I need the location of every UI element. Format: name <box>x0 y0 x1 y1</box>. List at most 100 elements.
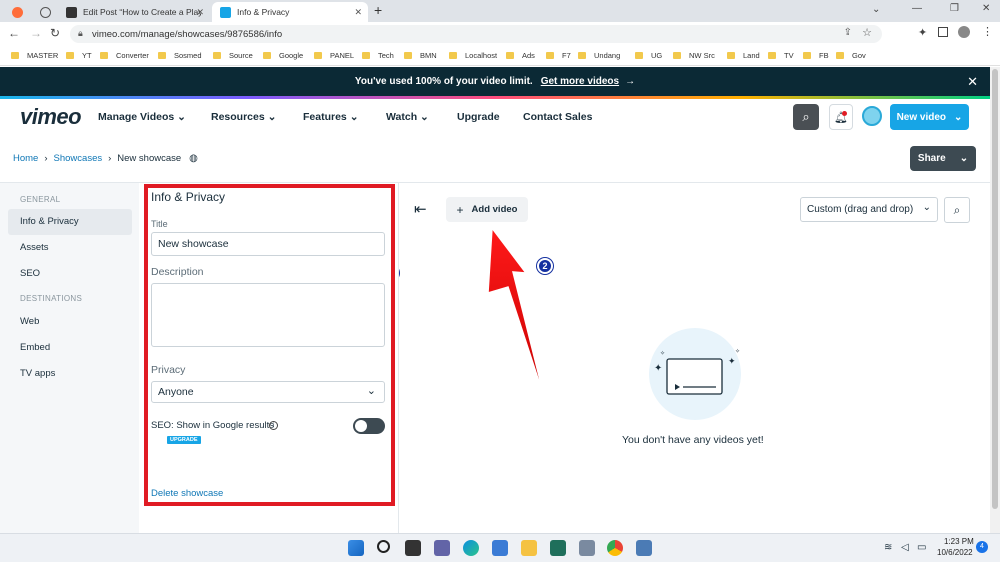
snipping-tool-icon[interactable] <box>636 540 652 556</box>
clock-date[interactable]: 10/6/2022 <box>937 548 973 557</box>
bookmark-label: TV <box>784 51 794 60</box>
task-view-icon[interactable] <box>405 540 421 556</box>
app-icon[interactable] <box>579 540 595 556</box>
extensions-icon[interactable]: ✦ <box>918 26 927 39</box>
lock-icon: 🔒︎ <box>78 28 83 38</box>
bookmark-label: F7 <box>562 51 571 60</box>
collapse-panel-icon[interactable]: ⇤ <box>414 200 427 218</box>
chrome-icon[interactable] <box>607 540 623 556</box>
sidebar-item-seo[interactable]: SEO <box>20 268 40 279</box>
notification-dot <box>842 111 847 116</box>
notepad-icon[interactable] <box>550 540 566 556</box>
teams-icon[interactable] <box>434 540 450 556</box>
nav-features[interactable]: Features ⌄ <box>303 111 359 123</box>
new-video-button[interactable]: New video ⌄ <box>890 104 969 130</box>
nav-contact-sales[interactable]: Contact Sales <box>523 111 592 123</box>
video-limit-banner: You've used 100% of your video limit. Ge… <box>0 67 990 96</box>
bookmark-item[interactable]: Source <box>213 51 253 60</box>
bookmark-item[interactable]: Google <box>263 51 303 60</box>
bookmark-item[interactable]: Undang <box>578 51 620 60</box>
back-icon[interactable]: ← <box>8 26 20 40</box>
share-button[interactable]: Share ⌄ <box>910 146 976 171</box>
search-icon[interactable] <box>377 540 390 553</box>
nav-upgrade[interactable]: Upgrade <box>457 111 500 123</box>
close-banner-icon[interactable]: ✕ <box>967 74 978 90</box>
search-button[interactable]: ⌕ <box>793 104 819 130</box>
search-videos-button[interactable]: ⌕ <box>944 197 970 223</box>
scrollbar[interactable] <box>990 67 1000 533</box>
bookmark-item[interactable]: PANEL <box>314 51 354 60</box>
avatar[interactable] <box>862 106 882 126</box>
bookmark-label: Tech <box>378 51 394 60</box>
bookmark-item[interactable]: Sosmed <box>158 51 202 60</box>
bookmark-label: YT <box>82 51 92 60</box>
reload-icon[interactable]: ↻ <box>50 26 60 40</box>
bookmark-item[interactable]: Gov <box>836 51 866 60</box>
nav-resources[interactable]: Resources ⌄ <box>211 111 276 123</box>
share-page-icon[interactable]: ⇪ <box>844 27 852 38</box>
battery-icon[interactable]: ▭ <box>917 542 926 553</box>
url-field[interactable]: 🔒︎ vimeo.com/manage/showcases/9876586/in… <box>70 25 882 43</box>
menu-icon[interactable]: ⋮ <box>982 25 993 38</box>
chevron-down-icon: ⌄ <box>267 111 277 123</box>
vimeo-logo[interactable]: vimeo <box>20 104 82 130</box>
maximize-icon[interactable]: ❐ <box>950 3 959 14</box>
clock-time[interactable]: 1:23 PM <box>944 537 974 546</box>
profile-avatar[interactable] <box>958 26 970 38</box>
bookmark-item[interactable]: F7 <box>546 51 571 60</box>
sidebar-item-web[interactable]: Web <box>20 316 39 327</box>
bookmark-star-icon[interactable]: ☆ <box>862 26 872 39</box>
sort-select[interactable]: Custom (drag and drop) ⌄ <box>800 197 938 222</box>
folder-icon <box>263 52 271 59</box>
bookmark-item[interactable]: FB <box>803 51 829 60</box>
sidebar-icon[interactable] <box>938 27 948 37</box>
bookmark-item[interactable]: NW Src <box>673 51 715 60</box>
add-video-label: Add video <box>471 204 518 215</box>
tab-info-privacy[interactable]: Info & Privacy ✕ <box>212 2 368 22</box>
tab-pinned-1[interactable] <box>4 2 30 22</box>
sidebar-item-embed[interactable]: Embed <box>20 342 50 353</box>
forward-icon[interactable]: → <box>30 26 42 40</box>
folder-icon <box>546 52 554 59</box>
get-more-videos-link[interactable]: Get more videos <box>541 76 619 87</box>
sidebar-item-tv-apps[interactable]: TV apps <box>20 368 55 379</box>
bookmark-item[interactable]: Localhost <box>449 51 497 60</box>
bookmark-item[interactable]: Tech <box>362 51 394 60</box>
folder-icon <box>578 52 586 59</box>
notification-count-badge[interactable]: 4 <box>976 541 988 553</box>
minimize-icon[interactable]: — <box>912 3 922 14</box>
breadcrumb-home[interactable]: Home <box>13 153 38 164</box>
folder-icon <box>11 52 19 59</box>
new-video-label: New video <box>896 111 947 123</box>
bookmark-item[interactable]: Converter <box>100 51 149 60</box>
bookmark-item[interactable]: MASTER <box>11 51 58 60</box>
nav-watch[interactable]: Watch ⌄ <box>386 111 429 123</box>
bookmark-item[interactable]: Ads <box>506 51 535 60</box>
new-tab-button[interactable]: + <box>374 2 382 18</box>
file-explorer-icon[interactable] <box>521 540 537 556</box>
start-icon[interactable] <box>348 540 364 556</box>
bookmark-item[interactable]: BMN <box>404 51 437 60</box>
close-window-icon[interactable]: ✕ <box>982 3 990 14</box>
sidebar-item-assets[interactable]: Assets <box>20 242 49 253</box>
close-icon[interactable]: ✕ <box>196 7 204 18</box>
volume-icon[interactable]: ◁ <box>901 542 909 553</box>
bookmark-item[interactable]: YT <box>66 51 92 60</box>
bookmark-item[interactable]: UG <box>635 51 662 60</box>
bookmark-item[interactable]: Land <box>727 51 760 60</box>
add-video-button[interactable]: + Add video <box>446 197 528 222</box>
notifications-button[interactable]: 🔔︎ <box>829 104 853 130</box>
breadcrumb-showcases[interactable]: Showcases <box>54 153 103 164</box>
wifi-icon[interactable]: ≋ <box>884 542 892 553</box>
tab-search-icon[interactable]: ⌄ <box>872 4 880 15</box>
tab-pinned-2[interactable] <box>32 2 56 22</box>
tab-edit-post[interactable]: Edit Post “How to Create a Playli ✕ <box>58 2 210 22</box>
nav-manage-videos[interactable]: Manage Videos ⌄ <box>98 111 186 123</box>
scrollbar-thumb[interactable] <box>992 69 998 509</box>
photos-icon[interactable] <box>492 540 508 556</box>
close-icon[interactable]: ✕ <box>354 7 362 18</box>
site-favicon <box>12 6 23 18</box>
annotation-arrow <box>487 225 546 401</box>
bookmark-item[interactable]: TV <box>768 51 794 60</box>
edge-icon[interactable] <box>463 540 479 556</box>
